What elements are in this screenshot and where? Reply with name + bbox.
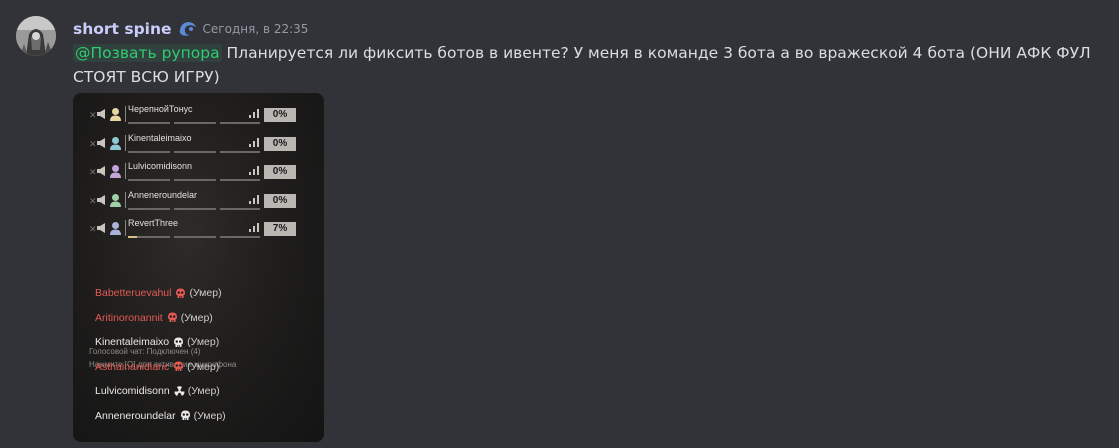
killfeed-row: Kinentaleimaixo (Умер) [95,334,219,350]
avatar-image [16,16,56,56]
volume-bar-segment [174,179,216,181]
killfeed-status: (Умер) [187,336,220,348]
player-name: Lulvicomidisonn [128,161,193,171]
row-separator [125,220,126,236]
timestamp: Сегодня, в 22:35 [202,22,309,36]
killfeed-status: (Умер) [187,385,220,397]
skull-icon [167,312,177,322]
killfeed-name: Lulvicomidisonn [95,385,170,397]
volume-percent[interactable]: 0% [264,193,296,208]
speaker-icon[interactable] [96,194,108,206]
row-separator [125,134,126,151]
row-separator [125,106,126,122]
volume-percent[interactable]: 0% [264,136,296,151]
volume-bar-segment [128,179,170,181]
volume-percent[interactable]: 0% [264,165,296,179]
volume-fill [128,236,137,238]
player-name: ЧерепнойТонус [128,104,193,114]
killfeed-name: Asthainanidianc [95,360,170,373]
player-icon [110,108,121,121]
message-text: Планируется ли фиксить ботов в ивенте? У… [73,44,1091,86]
avatar[interactable] [16,16,56,56]
player-icon [110,165,121,178]
username[interactable]: short spine [73,20,172,38]
skull-icon [180,410,190,420]
signal-icon [249,166,259,175]
chat-message: short spine Сегодня, в 22:35 @Позвать ру… [0,0,1119,448]
message-content: @Позвать рупора Планируется ли фиксить б… [73,41,1103,89]
volume-bar-segment [220,150,260,153]
speaker-icon[interactable] [96,222,108,234]
player-name: RevertThree [128,218,179,228]
voice-player-row: ✕ Kinentaleimaixo 0% [73,132,324,156]
row-separator [125,191,126,208]
voice-player-row: ✕ Lulvicomidisonn 0% [73,161,324,184]
volume-bar-segment [220,236,260,238]
volume-bar-segment [220,179,260,181]
killfeed-status: (Умер) [187,360,220,373]
image-attachment[interactable]: ✕ ЧерепнойТонус 0% ✕ Kinentaleimaixo 0% ✕ Lulvi… [73,93,324,442]
skull-icon [176,288,186,298]
killfeed-status: (Умер) [193,409,226,422]
volume-bar-segment [220,207,260,210]
player-icon [110,136,121,150]
voice-player-row: ✕ ЧерепнойТонус 0% [73,104,324,127]
volume-bar-segment [174,236,216,238]
killfeed-name: Aritinoronannit [95,311,163,324]
skull-icon [174,337,184,347]
signal-icon [249,223,259,232]
killfeed-row: Babetteruevahul (Умер) [95,285,222,301]
signal-icon [249,194,259,204]
killfeed-name: Babetteruevahul [95,287,172,299]
volume-bar-segment [128,207,170,210]
speaker-icon[interactable] [96,165,108,177]
player-icon [110,222,121,235]
row-separator [125,163,126,179]
skull-icon [174,361,184,371]
killfeed-row: Aritinoronannit (Умер) [95,310,213,326]
volume-bar-segment [174,150,216,153]
speaker-icon[interactable] [96,137,108,149]
message-header: short spine Сегодня, в 22:35 [73,18,308,40]
killfeed-status: (Умер) [180,311,213,324]
role-mention[interactable]: @Позвать рупора [73,44,222,62]
killfeed-row: Asthainanidianc (Умер) [95,359,219,375]
player-name: Anneneroundelar [128,189,198,200]
volume-bar-segment [174,122,216,124]
volume-bar-segment [174,207,216,210]
volume-percent[interactable]: 0% [264,108,296,122]
killfeed-status: (Умер) [189,287,222,299]
signal-icon [249,137,259,147]
speaker-icon[interactable] [96,108,108,120]
crescent-badge-icon[interactable] [177,20,197,38]
volume-percent[interactable]: 7% [264,222,296,236]
killfeed-name: Anneneroundelar [95,409,176,422]
radiation-icon [174,385,185,396]
volume-bar-segment [220,122,260,124]
signal-icon [249,109,259,118]
killfeed-row: Anneneroundelar (Умер) [95,408,226,424]
killfeed-name: Kinentaleimaixo [95,336,170,348]
killfeed-row: Lulvicomidisonn (Умер) [95,383,220,399]
volume-bar-segment [128,150,170,153]
player-icon [110,193,121,207]
volume-bar-segment [128,122,170,124]
voice-player-row: ✕ Anneneroundelar 0% [73,189,324,213]
voice-player-row: ✕ RevertThree 7% [73,218,324,241]
player-name: Kinentaleimaixo [128,132,192,143]
